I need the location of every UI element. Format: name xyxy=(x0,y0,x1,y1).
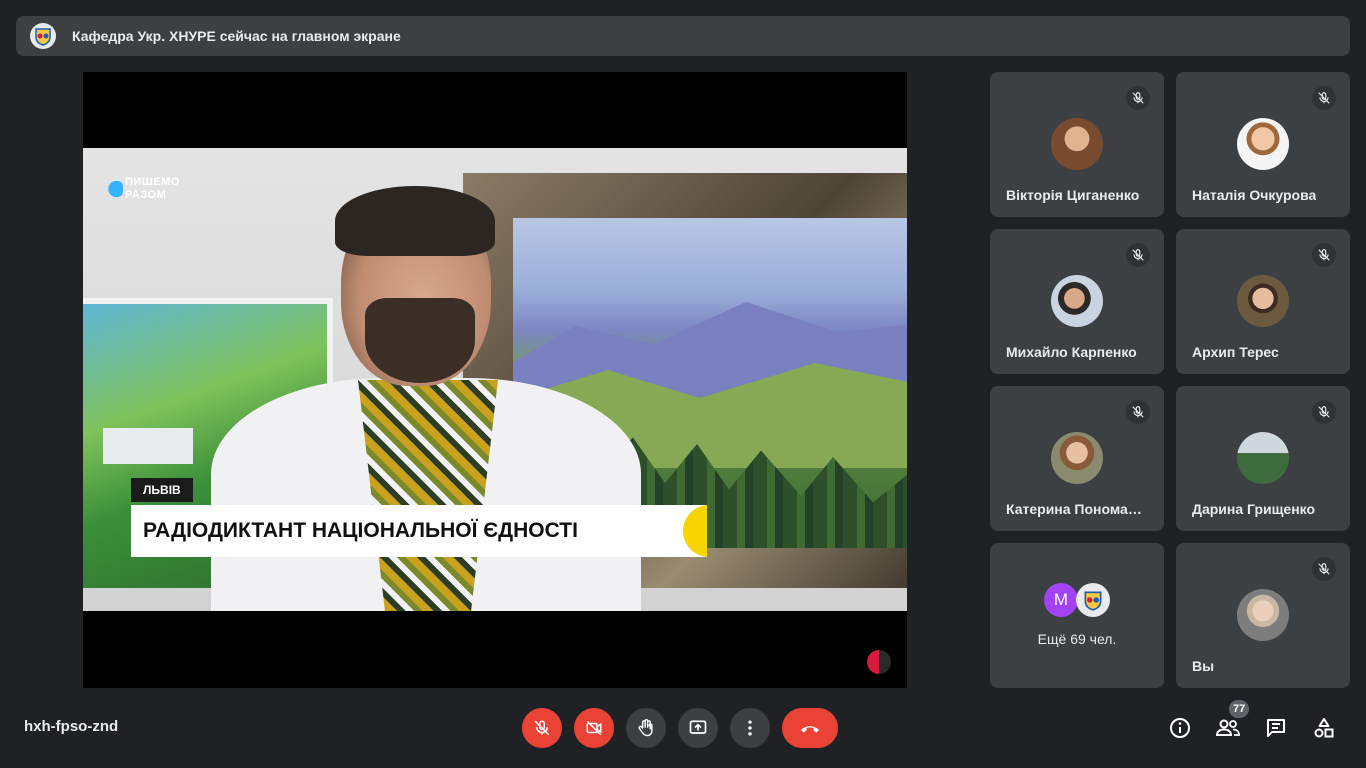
participant-name: Архип Терес xyxy=(1192,344,1279,360)
brand-line-1: ПИШЕМО xyxy=(125,176,180,188)
avatar: M xyxy=(1044,583,1078,617)
chat-button[interactable] xyxy=(1262,714,1290,742)
participant-tile[interactable]: Михайло Карпенко xyxy=(990,229,1164,374)
presentation-video: ПИШЕМО РАЗОМ ЛЬВІВ РАДІОДИКТАНТ НАЦІОНАЛ… xyxy=(83,148,907,611)
brand-line-2: РАЗОМ xyxy=(125,189,167,201)
avatar xyxy=(1237,118,1289,170)
raise-hand-button[interactable] xyxy=(626,708,666,748)
speaker-hair xyxy=(335,186,495,256)
banner-text: Кафедра Укр. ХНУРЕ сейчас на главном экр… xyxy=(72,28,401,44)
lower-third-title: РАДІОДИКТАНТ НАЦІОНАЛЬНОЇ ЄДНОСТІ xyxy=(131,505,707,557)
show-everyone-button[interactable] xyxy=(1214,714,1242,742)
mic-off-icon xyxy=(1312,86,1336,110)
participant-name: Вікторія Циганенко xyxy=(1006,187,1140,203)
avatar xyxy=(1237,589,1289,641)
microphone-toggle-button[interactable] xyxy=(522,708,562,748)
presentation-stage[interactable]: ПИШЕМО РАЗОМ ЛЬВІВ РАДІОДИКТАНТ НАЦІОНАЛ… xyxy=(83,72,907,688)
more-options-button[interactable] xyxy=(730,708,770,748)
self-tile[interactable]: Вы xyxy=(1176,543,1350,688)
mic-off-icon xyxy=(1312,557,1336,581)
mic-off-icon xyxy=(1126,400,1150,424)
activities-button[interactable] xyxy=(1310,714,1338,742)
present-screen-button[interactable] xyxy=(678,708,718,748)
presentation-banner: Кафедра Укр. ХНУРЕ сейчас на главном экр… xyxy=(16,16,1350,56)
info-icon xyxy=(1170,718,1190,738)
avatar xyxy=(1051,432,1103,484)
camera-toggle-button[interactable] xyxy=(574,708,614,748)
people-icon xyxy=(1215,719,1240,736)
participant-count-badge: 77 xyxy=(1229,700,1250,718)
broadcast-brand: ПИШЕМО РАЗОМ xyxy=(101,172,180,206)
mic-off-icon xyxy=(1312,400,1336,424)
avatar xyxy=(1237,432,1289,484)
meeting-code: hxh-fpso-znd xyxy=(24,718,119,735)
avatar xyxy=(1051,118,1103,170)
university-crest-icon xyxy=(1076,583,1110,617)
more-vert-icon xyxy=(748,720,752,736)
participant-name: Вы xyxy=(1192,658,1215,674)
channel-logo-icon xyxy=(867,650,891,674)
participant-name: Катерина Пономар… xyxy=(1006,501,1150,517)
mic-off-icon xyxy=(1126,86,1150,110)
brand-logo-icon xyxy=(101,172,123,206)
mic-off-icon xyxy=(1312,243,1336,267)
participant-tile[interactable]: Катерина Пономар… xyxy=(990,386,1164,531)
speaker-beard xyxy=(365,298,475,383)
leave-call-button[interactable] xyxy=(782,708,838,748)
mic-off-icon xyxy=(1126,243,1150,267)
participant-name: Михайло Карпенко xyxy=(1006,344,1137,360)
present-screen-icon xyxy=(689,720,707,734)
participant-tile[interactable]: Вікторія Циганенко xyxy=(990,72,1164,217)
control-bar: hxh-fpso-znd 77 xyxy=(0,700,1366,768)
participant-tile[interactable]: Дарина Грищенко xyxy=(1176,386,1350,531)
more-participants-tile[interactable]: M Ещё 69 чел. xyxy=(990,543,1164,688)
painting-house xyxy=(103,428,193,464)
hand-icon xyxy=(638,719,653,737)
participant-tile[interactable]: Архип Терес xyxy=(1176,229,1350,374)
avatar xyxy=(1237,275,1289,327)
call-end-icon xyxy=(801,726,819,733)
more-participants-label: Ещё 69 чел. xyxy=(1037,631,1117,647)
mic-off-icon xyxy=(534,720,550,736)
meeting-details-button[interactable] xyxy=(1166,714,1194,742)
chat-icon xyxy=(1267,719,1285,737)
participant-name: Дарина Грищенко xyxy=(1192,501,1316,517)
activities-icon xyxy=(1314,718,1334,738)
camera-off-icon xyxy=(586,720,602,736)
university-crest-icon xyxy=(30,23,56,49)
location-tag: ЛЬВІВ xyxy=(131,478,193,502)
participant-name: Наталія Очкурова xyxy=(1192,187,1317,203)
avatar xyxy=(1051,275,1103,327)
participant-tile[interactable]: Наталія Очкурова xyxy=(1176,72,1350,217)
